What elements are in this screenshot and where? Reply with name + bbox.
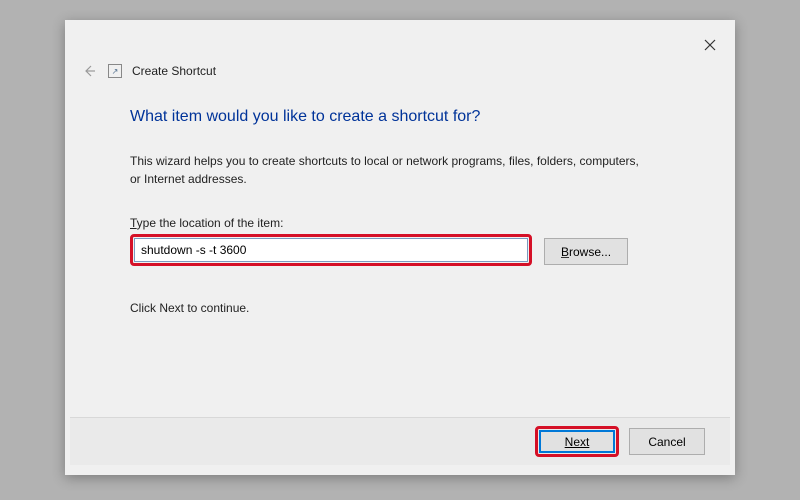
close-button[interactable] [695, 30, 725, 60]
location-label: Type the location of the item: [130, 216, 695, 230]
back-arrow-icon [82, 64, 96, 78]
window-title: Create Shortcut [132, 64, 216, 78]
shortcut-icon: ↗ [108, 64, 122, 78]
next-button-highlight: Next [535, 426, 619, 457]
continue-instruction: Click Next to continue. [130, 301, 695, 315]
create-shortcut-dialog: ↗ Create Shortcut What item would you li… [65, 20, 735, 475]
back-button[interactable] [80, 62, 98, 80]
cancel-button[interactable]: Cancel [629, 428, 705, 455]
dialog-content: What item would you like to create a sho… [130, 108, 695, 315]
dialog-footer: Next Cancel [70, 417, 730, 465]
location-input[interactable] [134, 238, 528, 262]
wizard-description: This wizard helps you to create shortcut… [130, 152, 650, 188]
location-input-highlight [130, 234, 532, 266]
input-row: Browse... [130, 234, 695, 266]
page-heading: What item would you like to create a sho… [130, 108, 695, 126]
next-button[interactable]: Next [539, 430, 615, 453]
browse-button[interactable]: Browse... [544, 238, 628, 265]
dialog-header: ↗ Create Shortcut [80, 62, 216, 80]
close-icon [704, 39, 716, 51]
